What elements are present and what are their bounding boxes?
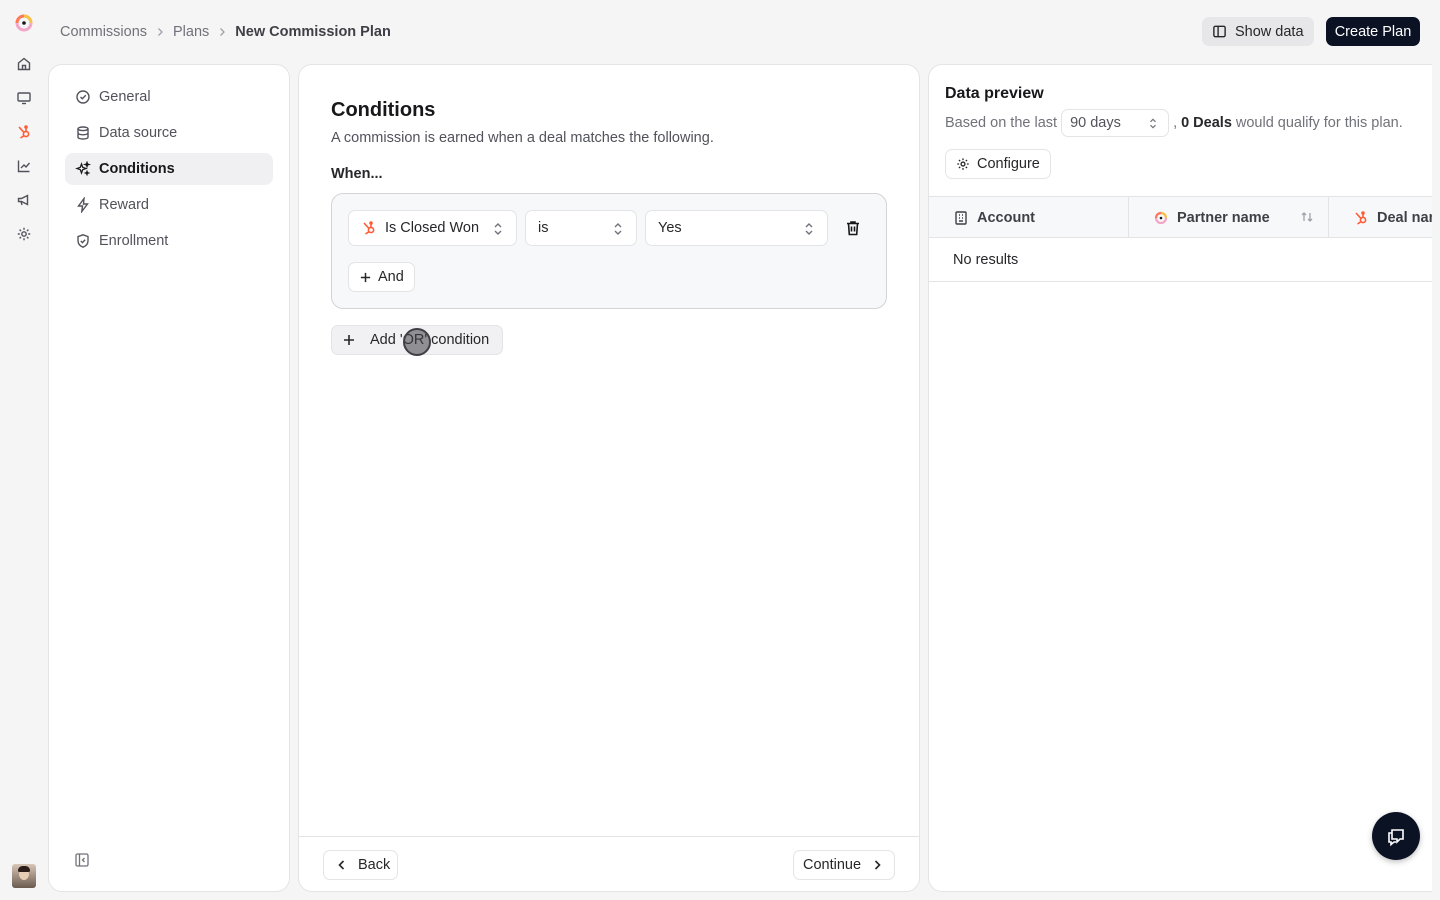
qualifying-count: 0 Deals (1181, 115, 1232, 131)
add-and-label: And (378, 269, 404, 285)
column-account[interactable]: Account (929, 197, 1129, 238)
chevron-updown-icon (614, 223, 622, 235)
preview-desc-suffix: would qualify for this plan. (1235, 115, 1403, 131)
step-reward[interactable]: Reward (65, 189, 273, 221)
database-icon (77, 126, 89, 140)
breadcrumb-commissions[interactable]: Commissions (60, 24, 147, 40)
data-preview-panel: Data preview Based on the last 90 days ,… (928, 64, 1432, 892)
value-select-value: Yes (658, 220, 682, 236)
operator-select-value: is (538, 220, 549, 236)
plus-icon (344, 335, 354, 345)
chat-icon (1388, 829, 1404, 847)
value-select[interactable]: Yes (645, 210, 828, 246)
megaphone-icon[interactable] (16, 192, 32, 208)
breadcrumb: Commissions Plans New Commission Plan (60, 22, 391, 42)
lightning-icon (77, 197, 89, 213)
chevron-updown-icon (1150, 118, 1156, 129)
gear-icon (957, 158, 969, 170)
continue-button[interactable]: Continue (793, 850, 895, 880)
preview-desc-comma: , (1173, 115, 1178, 131)
back-button[interactable]: Back (323, 850, 398, 880)
step-label: Reward (99, 197, 149, 213)
user-avatar[interactable] (12, 864, 36, 888)
chat-launcher-button[interactable] (1372, 812, 1420, 860)
chevron-updown-icon (805, 223, 813, 235)
column-label: Partner name (1177, 209, 1270, 226)
conditions-footer: Back Continue (299, 836, 919, 891)
preview-description: Based on the last 90 days , 0 Deals woul… (945, 109, 1403, 137)
empty-row: No results (929, 238, 1432, 282)
page-title: Conditions (331, 99, 436, 121)
preview-title: Data preview (945, 85, 1044, 102)
conditions-panel: Conditions A commission is earned when a… (298, 64, 920, 892)
table-header: Account Partner name Deal name (929, 196, 1432, 238)
show-data-label: Show data (1235, 23, 1304, 40)
field-select[interactable]: Is Closed Won (348, 210, 517, 246)
step-data-source[interactable]: Data source (65, 117, 273, 149)
sort-icon[interactable] (1300, 210, 1314, 224)
chevron-right-icon (220, 28, 226, 36)
building-icon (955, 210, 967, 225)
continue-label: Continue (803, 857, 862, 873)
condition-group: Is Closed Won is Yes And (331, 193, 887, 309)
hubspot-icon (363, 221, 375, 235)
step-label: Enrollment (99, 233, 169, 249)
step-conditions[interactable]: Conditions (65, 153, 273, 185)
column-label: Deal name (1377, 209, 1432, 226)
create-plan-button[interactable]: Create Plan (1326, 17, 1420, 46)
collapse-sidebar-icon[interactable] (75, 853, 89, 867)
configure-label: Configure (977, 156, 1040, 172)
home-icon[interactable] (16, 56, 32, 72)
range-select[interactable]: 90 days (1061, 109, 1170, 137)
chevron-right-icon (874, 860, 881, 870)
breadcrumb-current: New Commission Plan (235, 24, 391, 40)
panel-icon (1213, 25, 1226, 38)
operator-select[interactable]: is (525, 210, 637, 246)
back-label: Back (358, 857, 391, 873)
step-enrollment[interactable]: Enrollment (65, 225, 273, 257)
cursor-indicator (403, 328, 431, 356)
preview-desc-prefix: Based on the last (945, 115, 1058, 131)
plus-icon (360, 272, 371, 282)
column-partner-name[interactable]: Partner name (1129, 197, 1329, 238)
steps-panel: General Data source Conditions Reward En… (48, 64, 290, 892)
gear-icon[interactable] (16, 226, 32, 242)
step-label: General (99, 89, 151, 105)
show-data-button[interactable]: Show data (1202, 17, 1314, 46)
step-label: Conditions (99, 161, 175, 177)
app-rail (0, 0, 48, 900)
configure-button[interactable]: Configure (945, 149, 1051, 179)
chevron-left-icon (338, 860, 345, 870)
step-general[interactable]: General (65, 81, 273, 113)
column-deal-name[interactable]: Deal name (1329, 197, 1432, 238)
hubspot-icon (1355, 210, 1367, 225)
conditions-subtitle: A commission is earned when a deal match… (331, 130, 714, 146)
when-label: When... (331, 166, 383, 182)
chevron-right-icon (158, 28, 163, 36)
app-logo-icon[interactable] (13, 12, 35, 34)
field-select-value: Is Closed Won (385, 220, 480, 236)
hubspot-icon[interactable] (16, 124, 32, 140)
shield-check-icon (77, 234, 89, 248)
column-label: Account (977, 209, 1035, 226)
step-label: Data source (99, 125, 178, 141)
breadcrumb-plans[interactable]: Plans (173, 24, 209, 40)
sparkles-icon (75, 161, 91, 177)
chart-icon[interactable] (16, 158, 32, 174)
monitor-icon[interactable] (16, 90, 32, 106)
app-logo-icon (1154, 211, 1168, 224)
add-and-button[interactable]: And (348, 262, 415, 292)
check-circle-icon (76, 90, 90, 104)
trash-icon[interactable] (844, 219, 862, 237)
range-select-value: 90 days (1070, 115, 1121, 131)
chevron-updown-icon (494, 223, 502, 235)
